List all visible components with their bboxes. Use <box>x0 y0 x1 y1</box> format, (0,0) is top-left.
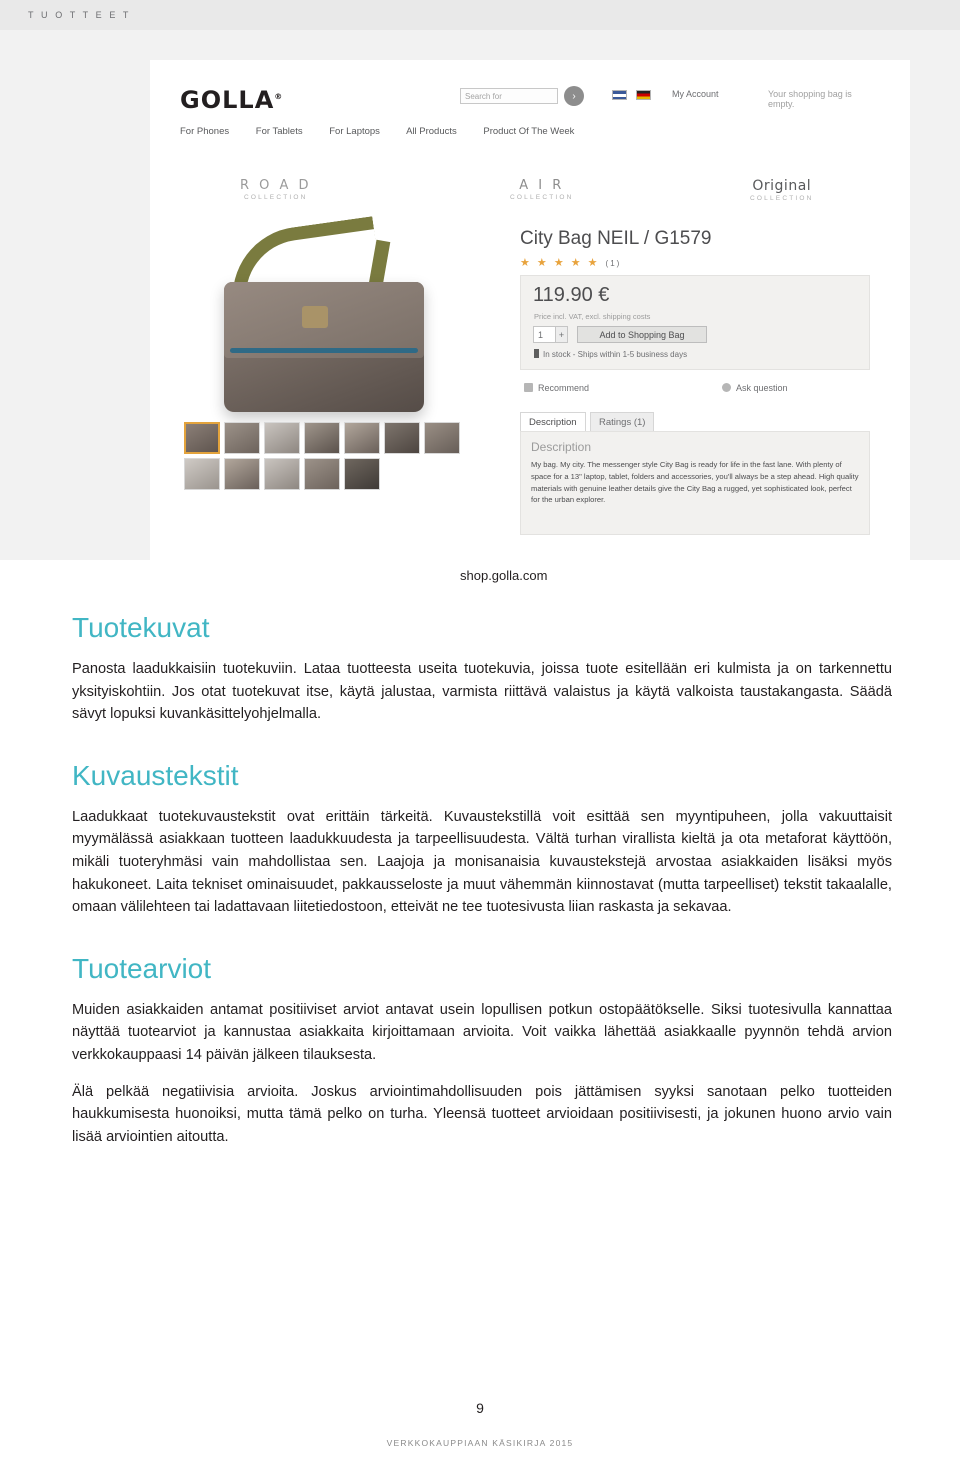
question-icon <box>722 383 731 392</box>
figure-caption: shop.golla.com <box>460 568 548 583</box>
description-heading: Description <box>531 440 592 454</box>
tab-ratings[interactable]: Ratings (1) <box>589 412 655 432</box>
recommend-icon <box>524 383 533 392</box>
purchase-panel: 119.90 € Price incl. VAT, excl. shipping… <box>520 275 870 370</box>
collection-logos: R O A D COLLECTION A I R COLLECTION Orig… <box>180 178 880 214</box>
rating-count: (1) <box>605 259 622 268</box>
my-account-link[interactable]: My Account <box>672 89 719 99</box>
golla-logo[interactable]: GOLLA® <box>180 86 283 114</box>
article-body: Tuotekuvat Panosta laadukkaisiin tuoteku… <box>72 612 892 1149</box>
thumbnail-item[interactable] <box>304 422 340 454</box>
section-paragraph-tuotekuvat-1: Panosta laadukkaisiin tuotekuviin. Lataa… <box>72 661 892 723</box>
product-price: 119.90 € <box>533 284 610 306</box>
shopping-bag-status[interactable]: Your shopping bag is empty. <box>768 89 880 109</box>
collection-road[interactable]: R O A D COLLECTION <box>240 178 312 201</box>
ask-question-label: Ask question <box>736 383 788 393</box>
description-panel: Description My bag. My city. The messeng… <box>520 431 870 535</box>
collection-air-sub: COLLECTION <box>510 194 574 201</box>
nav-item-for-laptops[interactable]: For Laptops <box>329 126 380 137</box>
quantity-increment-button[interactable]: + <box>555 326 568 343</box>
thumbnail-item[interactable] <box>184 422 220 454</box>
uk-flag-icon[interactable] <box>612 90 627 100</box>
section-heading-kuvaustekstit: Kuvaustekstit <box>72 759 239 791</box>
collection-road-sub: COLLECTION <box>244 194 308 201</box>
thumbnail-item[interactable] <box>264 458 300 490</box>
nav-item-product-of-the-week[interactable]: Product Of The Week <box>483 126 574 137</box>
description-text: My bag. My city. The messenger style Cit… <box>531 460 859 505</box>
thumbnail-item[interactable] <box>184 458 220 490</box>
price-note: Price incl. VAT, excl. shipping costs <box>534 312 651 321</box>
footer-note: VERKKOKAUPPIAAN KÄSIKIRJA 2015 <box>386 1438 574 1448</box>
bag-zipper-shape <box>230 348 418 353</box>
section-heading-tuotekuvat: Tuotekuvat <box>72 612 210 643</box>
site-header: GOLLA® Search for › My Account Your shop… <box>180 82 880 124</box>
collection-original-title: Original <box>752 178 812 194</box>
recommend-label: Recommend <box>538 383 590 393</box>
stock-status-text: In stock - Ships within 1-5 business day… <box>543 350 688 359</box>
browser-page: GOLLA® Search for › My Account Your shop… <box>150 60 910 560</box>
running-head-text: T U O T T E E T <box>28 10 132 20</box>
thumbnail-gallery <box>184 422 484 494</box>
nav-item-for-phones[interactable]: For Phones <box>180 126 229 137</box>
thumbnail-item[interactable] <box>264 422 300 454</box>
search-submit-icon[interactable]: › <box>564 86 584 106</box>
golla-logo-text: GOLLA <box>180 86 275 114</box>
thumbnail-item[interactable] <box>424 422 460 454</box>
stock-status: In stock - Ships within 1-5 business day… <box>534 349 687 359</box>
recommend-link[interactable]: Recommend <box>524 383 589 393</box>
product-tabs: Description Ratings (1) <box>520 412 870 432</box>
nav-item-for-tablets[interactable]: For Tablets <box>256 126 303 137</box>
collection-air-title: A I R <box>519 178 565 193</box>
section-paragraph-tuotearviot-2: Älä pelkää negatiivisia arvioita. Joskus… <box>72 1083 892 1145</box>
ask-question-link[interactable]: Ask question <box>722 383 788 393</box>
main-nav: For Phones For Tablets For Laptops All P… <box>180 126 598 137</box>
search-input[interactable]: Search for <box>460 88 558 104</box>
collection-road-title: R O A D <box>240 178 312 193</box>
collection-original-sub: COLLECTION <box>750 195 814 202</box>
thumbnail-item[interactable] <box>224 458 260 490</box>
registered-mark: ® <box>274 92 284 101</box>
section-heading-tuotearviot: Tuotearviot <box>72 952 212 984</box>
collection-original[interactable]: Original COLLECTION <box>750 178 814 202</box>
section-paragraph-tuotearviot-1: Muiden asiakkaiden antamat positiiviset … <box>72 1001 892 1064</box>
screenshot-figure: GOLLA® Search for › My Account Your shop… <box>0 30 960 560</box>
tab-description[interactable]: Description <box>520 412 586 432</box>
stock-indicator-icon <box>534 349 539 358</box>
thumbnail-item[interactable] <box>384 422 420 454</box>
collection-air[interactable]: A I R COLLECTION <box>510 178 574 201</box>
thumbnail-row <box>184 458 484 490</box>
section-paragraph-kuvaustekstit-1: Laadukkaat tuotekuvaustekstit ovat eritt… <box>72 808 892 916</box>
thumbnail-item[interactable] <box>344 422 380 454</box>
thumbnail-row <box>184 422 484 454</box>
nav-item-all-products[interactable]: All Products <box>406 126 457 137</box>
page-number: 9 <box>476 1400 484 1416</box>
thumbnail-item[interactable] <box>304 458 340 490</box>
de-flag-icon[interactable] <box>636 90 651 100</box>
product-title: City Bag NEIL / G1579 <box>520 228 712 249</box>
thumbnail-item[interactable] <box>224 422 260 454</box>
rating-stars[interactable]: ★ ★ ★ ★ ★ (1) <box>520 256 621 269</box>
add-to-shopping-bag-button[interactable]: Add to Shopping Bag <box>577 326 707 343</box>
bag-logo-patch <box>302 306 328 328</box>
running-head-bar: T U O T T E E T <box>0 0 960 30</box>
stars-glyphs: ★ ★ ★ ★ ★ <box>520 257 600 269</box>
thumbnail-item[interactable] <box>344 458 380 490</box>
